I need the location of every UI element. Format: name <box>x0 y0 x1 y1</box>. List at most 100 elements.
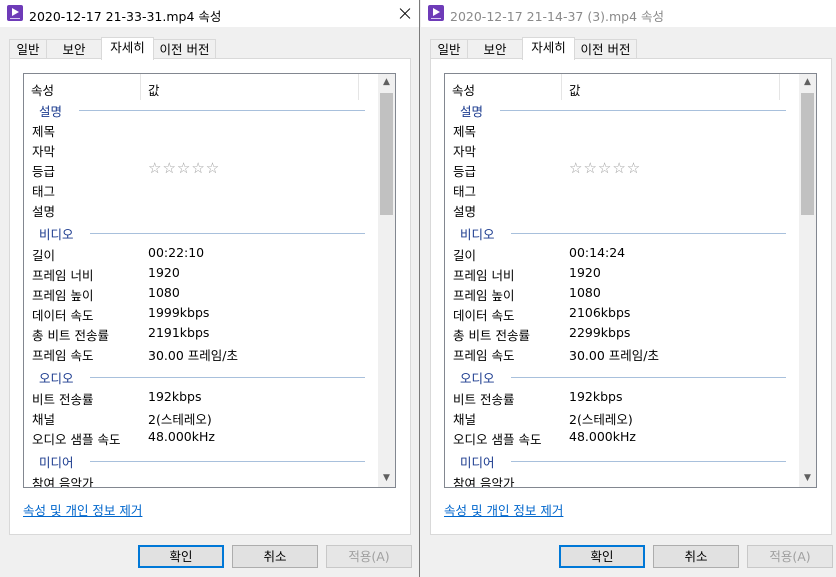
property-list[interactable]: 속성 값 설명 제목 자막 등급 ☆☆☆☆☆ 태그 설명 비디오 길이 00:14:… <box>444 73 817 488</box>
property-row[interactable]: 총 비트 전송률 2299kbps <box>445 323 800 343</box>
property-name: 비트 전송률 <box>453 392 515 407</box>
property-row[interactable]: 프레임 높이 1080 <box>24 283 379 303</box>
tab-general[interactable]: 일반 <box>9 39 47 59</box>
property-row[interactable]: 길이 00:22:10 <box>24 243 379 263</box>
property-name: 참여 음악가 <box>453 476 515 488</box>
property-row[interactable]: 오디오 샘플 속도 48.000kHz <box>445 427 800 447</box>
group-header-video: 비디오 <box>24 222 379 242</box>
property-row[interactable]: 참여 음악가 <box>24 471 379 488</box>
chevron-down-icon[interactable]: ▼ <box>378 470 395 487</box>
cancel-button[interactable]: 취소 <box>653 545 739 568</box>
tab-details[interactable]: 자세히 <box>101 37 154 60</box>
property-row[interactable]: 프레임 속도 30.00 프레임/초 <box>24 343 379 363</box>
property-value: 48.000kHz <box>148 429 215 444</box>
ok-button[interactable]: 확인 <box>138 545 224 568</box>
property-row[interactable]: 채널 2(스테레오) <box>24 407 379 427</box>
group-divider <box>511 377 786 378</box>
property-name: 총 비트 전송률 <box>32 328 109 343</box>
cancel-button[interactable]: 취소 <box>232 545 318 568</box>
property-name: 데이터 속도 <box>32 308 94 323</box>
property-row[interactable]: 데이터 속도 2106kbps <box>445 303 800 323</box>
tab-security[interactable]: 보안 <box>46 39 102 59</box>
property-row[interactable]: 태그 <box>24 179 379 199</box>
property-list[interactable]: 속성 값 설명 제목 자막 등급 ☆☆☆☆☆ 태그 설명 비디오 길이 00:22:… <box>23 73 396 488</box>
column-header-property[interactable]: 속성 <box>452 80 475 99</box>
column-divider[interactable] <box>358 74 359 100</box>
close-icon[interactable] <box>389 0 419 27</box>
property-value: 30.00 프레임/초 <box>148 348 238 363</box>
group-label: 오디오 <box>39 371 74 386</box>
column-header-value[interactable]: 값 <box>148 80 160 99</box>
property-name: 비트 전송률 <box>32 392 94 407</box>
column-header-property[interactable]: 속성 <box>31 80 54 99</box>
property-row[interactable]: 프레임 높이 1080 <box>445 283 800 303</box>
tab-previous-versions[interactable]: 이전 버전 <box>574 39 637 59</box>
property-row[interactable]: 프레임 너비 1920 <box>445 263 800 283</box>
list-header: 속성 값 <box>24 74 379 100</box>
apply-button[interactable]: 적용(A) <box>747 545 833 568</box>
chevron-up-icon[interactable]: ▲ <box>378 74 395 91</box>
property-name: 설명 <box>32 204 56 219</box>
group-label: 미디어 <box>39 455 74 470</box>
property-row[interactable]: 총 비트 전송률 2191kbps <box>24 323 379 343</box>
ok-button[interactable]: 확인 <box>559 545 645 568</box>
property-row[interactable]: 등급 ☆☆☆☆☆ <box>445 159 800 179</box>
property-row[interactable]: 길이 00:14:24 <box>445 243 800 263</box>
scrollbar-thumb[interactable] <box>801 93 814 215</box>
details-panel: 속성 값 설명 제목 자막 등급 ☆☆☆☆☆ 태그 설명 비디오 길이 00:14:… <box>430 58 832 535</box>
group-divider <box>90 461 365 462</box>
vertical-scrollbar[interactable]: ▲ ▼ <box>378 74 395 487</box>
property-value: 1080 <box>148 285 180 300</box>
property-name: 총 비트 전송률 <box>453 328 530 343</box>
group-label: 비디오 <box>39 227 74 242</box>
tab-security[interactable]: 보안 <box>467 39 523 59</box>
chevron-down-icon[interactable]: ▼ <box>799 470 816 487</box>
scrollbar-thumb[interactable] <box>380 93 393 215</box>
column-divider[interactable] <box>779 74 780 100</box>
property-name: 프레임 너비 <box>453 268 515 283</box>
property-row[interactable]: 프레임 속도 30.00 프레임/초 <box>445 343 800 363</box>
apply-button[interactable]: 적용(A) <box>326 545 412 568</box>
property-row[interactable]: 채널 2(스테레오) <box>445 407 800 427</box>
property-row[interactable]: 비트 전송률 192kbps <box>24 387 379 407</box>
property-row[interactable]: 데이터 속도 1999kbps <box>24 303 379 323</box>
window-title: 2020-12-17 21-14-37 (3).mp4 속성 <box>450 9 665 24</box>
column-divider[interactable] <box>140 74 141 100</box>
vertical-scrollbar[interactable]: ▲ ▼ <box>799 74 816 487</box>
chevron-up-icon[interactable]: ▲ <box>799 74 816 91</box>
star-rating[interactable]: ☆☆☆☆☆ <box>569 159 641 177</box>
property-row[interactable]: 비트 전송률 192kbps <box>445 387 800 407</box>
remove-properties-link[interactable]: 속성 및 개인 정보 제거 <box>444 500 563 519</box>
column-divider[interactable] <box>561 74 562 100</box>
property-name: 채널 <box>453 412 477 427</box>
property-value: 2299kbps <box>569 325 631 340</box>
property-name: 참여 음악가 <box>32 476 94 488</box>
column-header-value[interactable]: 값 <box>569 80 581 99</box>
property-row[interactable]: 자막 <box>445 139 800 159</box>
property-row[interactable]: 자막 <box>24 139 379 159</box>
property-value: 1920 <box>148 265 180 280</box>
video-file-icon <box>428 5 444 21</box>
property-row[interactable]: 프레임 너비 1920 <box>24 263 379 283</box>
property-row[interactable]: 참여 음악가 <box>445 471 800 488</box>
property-value: 192kbps <box>148 389 202 404</box>
property-row[interactable]: 태그 <box>445 179 800 199</box>
star-rating[interactable]: ☆☆☆☆☆ <box>148 159 220 177</box>
tab-general[interactable]: 일반 <box>430 39 468 59</box>
tab-previous-versions[interactable]: 이전 버전 <box>153 39 216 59</box>
property-value: 1999kbps <box>148 305 210 320</box>
property-row[interactable]: 제목 <box>445 119 800 139</box>
group-label: 미디어 <box>460 455 495 470</box>
property-name: 설명 <box>453 204 477 219</box>
property-value: 2(스테레오) <box>148 412 212 427</box>
property-value: 2191kbps <box>148 325 210 340</box>
tab-details[interactable]: 자세히 <box>522 37 575 60</box>
property-row[interactable]: 설명 <box>24 199 379 219</box>
property-row[interactable]: 설명 <box>445 199 800 219</box>
property-row[interactable]: 오디오 샘플 속도 48.000kHz <box>24 427 379 447</box>
video-file-icon <box>7 5 23 21</box>
property-value: 192kbps <box>569 389 623 404</box>
property-row[interactable]: 제목 <box>24 119 379 139</box>
remove-properties-link[interactable]: 속성 및 개인 정보 제거 <box>23 500 142 519</box>
property-row[interactable]: 등급 ☆☆☆☆☆ <box>24 159 379 179</box>
